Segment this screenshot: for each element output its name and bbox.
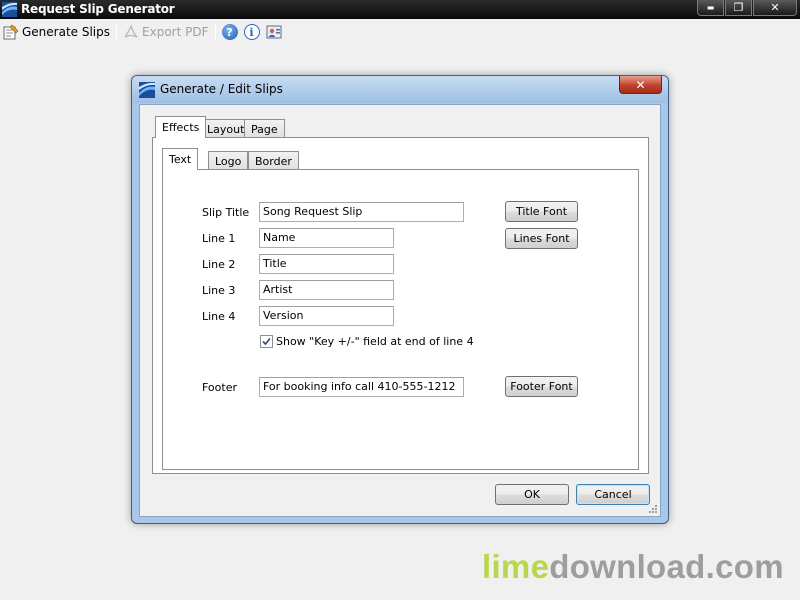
resize-grip-icon[interactable]: [648, 504, 658, 514]
tab-effects[interactable]: Effects: [155, 116, 207, 138]
generate-slips-button[interactable]: Generate Slips: [0, 21, 113, 43]
dialog-title: Generate / Edit Slips: [160, 82, 283, 96]
tab-text[interactable]: Text: [162, 148, 199, 170]
tab-text-label: Text: [169, 153, 192, 166]
line3-label: Line 3: [202, 284, 236, 297]
title-font-button[interactable]: Title Font: [505, 201, 578, 222]
watermark-logo: limedownload.com: [482, 548, 784, 586]
export-pdf-button[interactable]: Export PDF: [120, 21, 211, 43]
tab-layout-label: Layout: [207, 122, 245, 136]
line4-label: Line 4: [202, 310, 236, 323]
user-card-icon: [266, 25, 281, 39]
lines-font-button[interactable]: Lines Font: [505, 228, 578, 249]
footer-input[interactable]: For booking info call 410-555-1212: [259, 377, 464, 397]
tab-border[interactable]: Border: [248, 151, 299, 170]
key-field-checkbox[interactable]: [260, 335, 273, 348]
tab-effects-label: Effects: [162, 121, 200, 134]
toolbar-separator: [116, 24, 118, 40]
dialog-close-button[interactable]: ✕: [619, 76, 662, 94]
pdf-icon: [124, 24, 138, 38]
toolbar: Generate Slips Export PDF ? i: [0, 19, 800, 45]
export-pdf-label: Export PDF: [142, 25, 209, 39]
cancel-button[interactable]: Cancel: [576, 484, 650, 505]
slip-title-label: Slip Title: [202, 206, 250, 219]
key-field-checkbox-label[interactable]: Show "Key +/-" field at end of line 4: [276, 335, 474, 348]
minimize-button[interactable]: ▬: [697, 0, 724, 16]
tab-logo-label: Logo: [215, 154, 242, 168]
footer-font-button[interactable]: Footer Font: [505, 376, 578, 397]
dialog-content: Effects Layout Page Text Logo Border Sli…: [139, 104, 661, 517]
slip-title-input[interactable]: Song Request Slip: [259, 202, 464, 222]
window-title: Request Slip Generator: [21, 2, 175, 16]
info-icon: i: [243, 24, 260, 40]
user-settings-button[interactable]: [263, 21, 288, 43]
tab-page-label: Page: [251, 122, 278, 136]
line1-label: Line 1: [202, 232, 236, 245]
tab-logo[interactable]: Logo: [208, 151, 249, 170]
generate-edit-slips-dialog: Generate / Edit Slips ✕ Effects Layout P…: [131, 75, 669, 524]
checkmark-icon: [262, 337, 271, 346]
app-logo-icon: [139, 82, 155, 98]
app-logo-icon: [2, 2, 17, 17]
watermark-lime: lime: [482, 548, 550, 585]
restore-icon: ❐: [733, 1, 744, 14]
effects-tab-panel: Text Logo Border Slip Title Song Request…: [152, 137, 649, 474]
generate-slips-label: Generate Slips: [22, 25, 111, 39]
help-icon: ?: [221, 24, 238, 40]
main-titlebar: Request Slip Generator ▬ ❐ ✕: [0, 0, 800, 19]
watermark-download: download.com: [549, 548, 784, 585]
minimize-icon: ▬: [706, 2, 715, 12]
close-window-button[interactable]: ✕: [753, 0, 797, 16]
generate-slips-icon: [3, 24, 19, 40]
tab-page[interactable]: Page: [244, 119, 285, 138]
help-button[interactable]: ?: [219, 21, 241, 43]
ok-button[interactable]: OK: [495, 484, 569, 505]
info-button[interactable]: i: [241, 21, 263, 43]
close-icon: ✕: [635, 77, 646, 92]
window-controls: ▬ ❐ ✕: [697, 0, 797, 16]
tab-border-label: Border: [255, 154, 292, 168]
footer-label: Footer: [202, 381, 237, 394]
line2-input[interactable]: Title: [259, 254, 394, 274]
line3-input[interactable]: Artist: [259, 280, 394, 300]
close-icon: ✕: [770, 1, 780, 14]
line1-input[interactable]: Name: [259, 228, 394, 248]
line2-label: Line 2: [202, 258, 236, 271]
text-tab-panel: Slip Title Song Request Slip Title Font …: [162, 169, 639, 470]
toolbar-separator: [214, 24, 216, 40]
restore-button[interactable]: ❐: [725, 0, 752, 16]
dialog-titlebar: Generate / Edit Slips ✕: [132, 76, 668, 103]
line4-input[interactable]: Version: [259, 306, 394, 326]
